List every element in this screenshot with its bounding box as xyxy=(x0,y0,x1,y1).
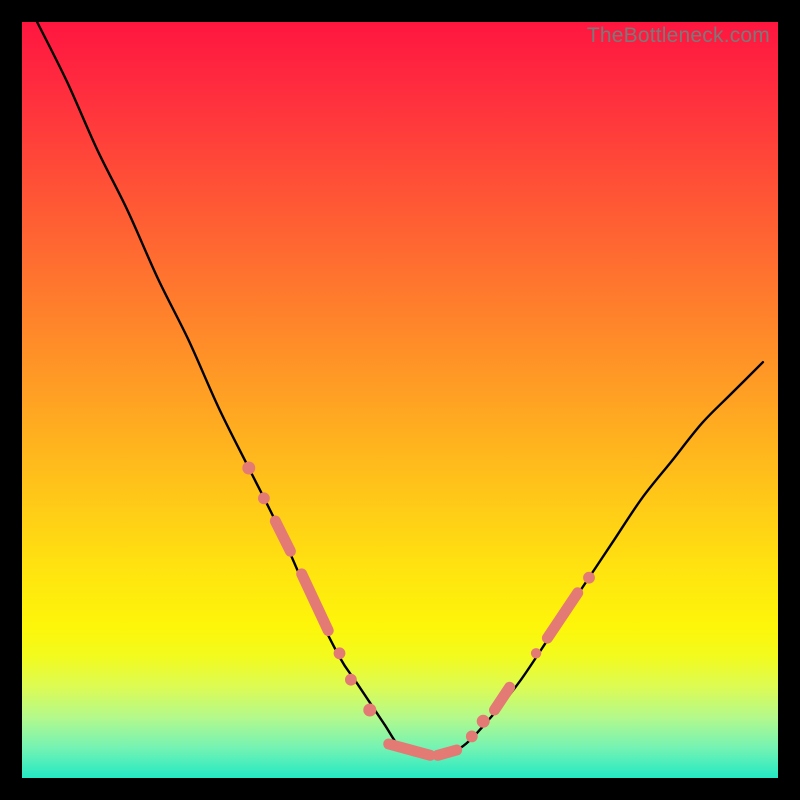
marker-dot xyxy=(477,715,490,728)
marker-segment xyxy=(389,744,431,755)
marker-segment xyxy=(275,521,290,551)
marker-segment xyxy=(547,593,577,638)
marker-dot xyxy=(334,647,346,659)
marker-layer xyxy=(242,462,595,756)
plot-area: TheBottleneck.com xyxy=(22,22,778,778)
marker-dot xyxy=(531,648,541,658)
marker-dot xyxy=(363,704,376,717)
marker-dot xyxy=(583,572,595,584)
marker-dot xyxy=(242,462,255,475)
marker-segment xyxy=(495,687,510,710)
marker-segment xyxy=(302,574,329,631)
marker-dot xyxy=(345,674,357,686)
chart-frame: TheBottleneck.com xyxy=(0,0,800,800)
marker-dot xyxy=(466,731,478,743)
bottleneck-curve xyxy=(37,22,763,756)
marker-dot xyxy=(258,492,270,504)
chart-svg xyxy=(22,22,778,778)
marker-segment xyxy=(438,750,457,755)
